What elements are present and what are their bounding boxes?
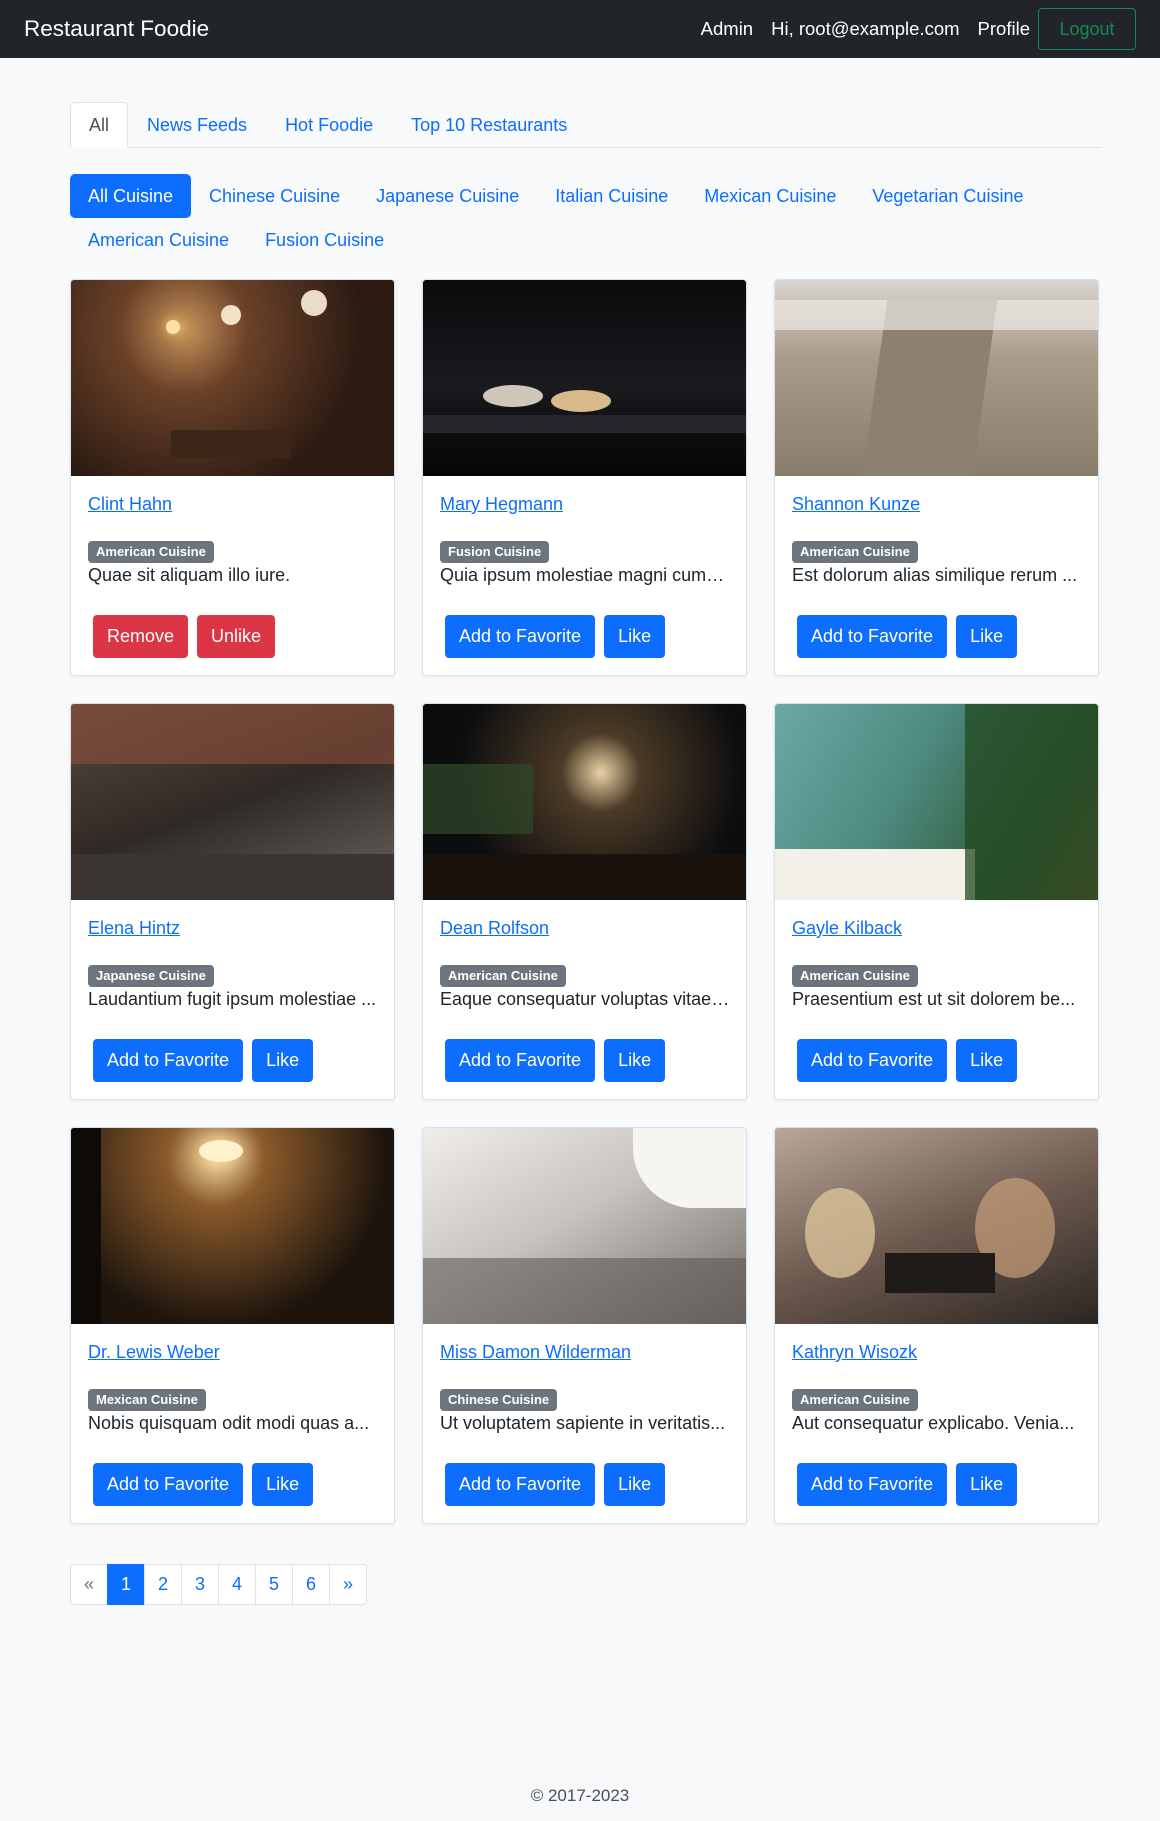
like-button[interactable]: Like bbox=[252, 1039, 314, 1082]
restaurant-card: Gayle Kilback American Cuisine Praesenti… bbox=[774, 703, 1099, 1100]
restaurant-card: Mary Hegmann Fusion Cuisine Quia ipsum m… bbox=[422, 279, 747, 676]
restaurant-card: Dean Rolfson American Cuisine Eaque cons… bbox=[422, 703, 747, 1100]
nav-link-admin[interactable]: Admin bbox=[701, 18, 753, 40]
restaurant-card: Dr. Lewis Weber Mexican Cuisine Nobis qu… bbox=[70, 1127, 395, 1524]
restaurant-image[interactable] bbox=[775, 280, 1098, 476]
like-button[interactable]: Like bbox=[956, 615, 1018, 658]
restaurant-description: Nobis quisquam odit modi quas a... bbox=[88, 1413, 370, 1433]
add-to-favorite-button[interactable]: Add to Favorite bbox=[445, 1039, 596, 1082]
nav-link-user[interactable]: Hi, root@example.com bbox=[771, 18, 959, 40]
restaurant-name-link[interactable]: Miss Damon Wilderman bbox=[440, 1342, 631, 1370]
cuisine-pill-american[interactable]: American Cuisine bbox=[70, 218, 247, 262]
restaurant-grid: Clint Hahn American Cuisine Quae sit ali… bbox=[70, 279, 1101, 1524]
pagination: « 1 2 3 4 5 6 » bbox=[70, 1564, 367, 1605]
restaurant-name-link[interactable]: Elena Hintz bbox=[88, 918, 180, 946]
restaurant-card: Miss Damon Wilderman Chinese Cuisine Ut … bbox=[422, 1127, 747, 1524]
add-to-favorite-button[interactable]: Add to Favorite bbox=[93, 1463, 244, 1506]
add-to-favorite-button[interactable]: Add to Favorite bbox=[797, 615, 948, 658]
pagination-next[interactable]: » bbox=[329, 1564, 367, 1605]
cuisine-pill-italian[interactable]: Italian Cuisine bbox=[537, 174, 686, 218]
tab-hot-foodie[interactable]: Hot Foodie bbox=[266, 102, 392, 148]
add-to-favorite-button[interactable]: Add to Favorite bbox=[93, 1039, 244, 1082]
nav-link-profile[interactable]: Profile bbox=[978, 18, 1030, 40]
navbar: Restaurant Foodie Admin Hi, root@example… bbox=[0, 0, 1160, 58]
restaurant-description: Ut voluptatem sapiente in veritatis... bbox=[440, 1413, 726, 1433]
pagination-page-6[interactable]: 6 bbox=[292, 1564, 330, 1605]
restaurant-name-link[interactable]: Kathryn Wisozk bbox=[792, 1342, 917, 1370]
add-to-favorite-button[interactable]: Add to Favorite bbox=[797, 1039, 948, 1082]
restaurant-card: Shannon Kunze American Cuisine Est dolor… bbox=[774, 279, 1099, 676]
cuisine-badge: Fusion Cuisine bbox=[440, 541, 550, 563]
brand-link[interactable]: Restaurant Foodie bbox=[24, 16, 209, 42]
like-button[interactable]: Like bbox=[604, 1463, 666, 1506]
restaurant-name-link[interactable]: Dean Rolfson bbox=[440, 918, 549, 946]
tab-all[interactable]: All bbox=[70, 102, 129, 148]
restaurant-card: Elena Hintz Japanese Cuisine Laudantium … bbox=[70, 703, 395, 1100]
footer-copyright: © 2017-2023 bbox=[530, 1786, 630, 1805]
pagination-page-4[interactable]: 4 bbox=[218, 1564, 256, 1605]
restaurant-name-link[interactable]: Clint Hahn bbox=[88, 494, 172, 522]
restaurant-name-link[interactable]: Shannon Kunze bbox=[792, 494, 920, 522]
tab-news-feeds[interactable]: News Feeds bbox=[128, 102, 266, 148]
restaurant-description: Laudantium fugit ipsum molestiae ... bbox=[88, 989, 377, 1009]
restaurant-description: Quia ipsum molestiae magni cumq... bbox=[440, 565, 730, 585]
restaurant-description: Praesentium est ut sit dolorem be... bbox=[792, 989, 1076, 1009]
unlike-button[interactable]: Unlike bbox=[197, 615, 276, 658]
cuisine-badge: Chinese Cuisine bbox=[440, 1389, 558, 1411]
restaurant-card: Kathryn Wisozk American Cuisine Aut cons… bbox=[774, 1127, 1099, 1524]
tab-top-10-restaurants[interactable]: Top 10 Restaurants bbox=[392, 102, 586, 148]
cuisine-badge: American Cuisine bbox=[792, 541, 918, 563]
restaurant-image[interactable] bbox=[71, 280, 394, 476]
pagination-page-1[interactable]: 1 bbox=[107, 1564, 145, 1605]
like-button[interactable]: Like bbox=[604, 1039, 666, 1082]
add-to-favorite-button[interactable]: Add to Favorite bbox=[797, 1463, 948, 1506]
pagination-page-5[interactable]: 5 bbox=[255, 1564, 293, 1605]
restaurant-image[interactable] bbox=[71, 704, 394, 900]
restaurant-image[interactable] bbox=[423, 704, 746, 900]
restaurant-card: Clint Hahn American Cuisine Quae sit ali… bbox=[70, 279, 395, 676]
cuisine-badge: Mexican Cuisine bbox=[88, 1389, 206, 1411]
like-button[interactable]: Like bbox=[252, 1463, 314, 1506]
cuisine-pill-all[interactable]: All Cuisine bbox=[70, 174, 192, 218]
pagination-prev[interactable]: « bbox=[70, 1564, 108, 1605]
cuisine-badge: American Cuisine bbox=[88, 541, 214, 563]
cuisine-pill-vegetarian[interactable]: Vegetarian Cuisine bbox=[854, 174, 1041, 218]
like-button[interactable]: Like bbox=[604, 615, 666, 658]
cuisine-badge: American Cuisine bbox=[440, 965, 566, 987]
cuisine-pill-fusion[interactable]: Fusion Cuisine bbox=[247, 218, 402, 262]
add-to-favorite-button[interactable]: Add to Favorite bbox=[445, 615, 596, 658]
cuisine-pill-japanese[interactable]: Japanese Cuisine bbox=[358, 174, 537, 218]
main-tabs: All News Feeds Hot Foodie Top 10 Restaur… bbox=[70, 102, 1101, 148]
restaurant-description: Aut consequatur explicabo. Venia... bbox=[792, 1413, 1075, 1433]
logout-button[interactable]: Logout bbox=[1038, 8, 1136, 50]
restaurant-image[interactable] bbox=[775, 1128, 1098, 1324]
restaurant-description: Quae sit aliquam illo iure. bbox=[88, 565, 291, 585]
add-to-favorite-button[interactable]: Add to Favorite bbox=[445, 1463, 596, 1506]
restaurant-name-link[interactable]: Mary Hegmann bbox=[440, 494, 563, 522]
restaurant-image[interactable] bbox=[775, 704, 1098, 900]
restaurant-description: Eaque consequatur voluptas vitae.... bbox=[440, 989, 730, 1009]
cuisine-badge: American Cuisine bbox=[792, 965, 918, 987]
restaurant-name-link[interactable]: Gayle Kilback bbox=[792, 918, 902, 946]
cuisine-badge: Japanese Cuisine bbox=[88, 965, 214, 987]
restaurant-image[interactable] bbox=[71, 1128, 394, 1324]
like-button[interactable]: Like bbox=[956, 1039, 1018, 1082]
restaurant-image[interactable] bbox=[423, 1128, 746, 1324]
cuisine-pill-chinese[interactable]: Chinese Cuisine bbox=[191, 174, 358, 218]
cuisine-filter: All Cuisine Chinese Cuisine Japanese Cui… bbox=[70, 174, 1110, 262]
navbar-right: Admin Hi, root@example.com Profile Logou… bbox=[683, 8, 1136, 50]
pagination-page-3[interactable]: 3 bbox=[181, 1564, 219, 1605]
restaurant-name-link[interactable]: Dr. Lewis Weber bbox=[88, 1342, 220, 1370]
like-button[interactable]: Like bbox=[956, 1463, 1018, 1506]
restaurant-image[interactable] bbox=[423, 280, 746, 476]
pagination-page-2[interactable]: 2 bbox=[144, 1564, 182, 1605]
restaurant-description: Est dolorum alias similique rerum ... bbox=[792, 565, 1078, 585]
cuisine-badge: American Cuisine bbox=[792, 1389, 918, 1411]
remove-favorite-button[interactable]: Remove bbox=[93, 615, 189, 658]
cuisine-pill-mexican[interactable]: Mexican Cuisine bbox=[686, 174, 854, 218]
